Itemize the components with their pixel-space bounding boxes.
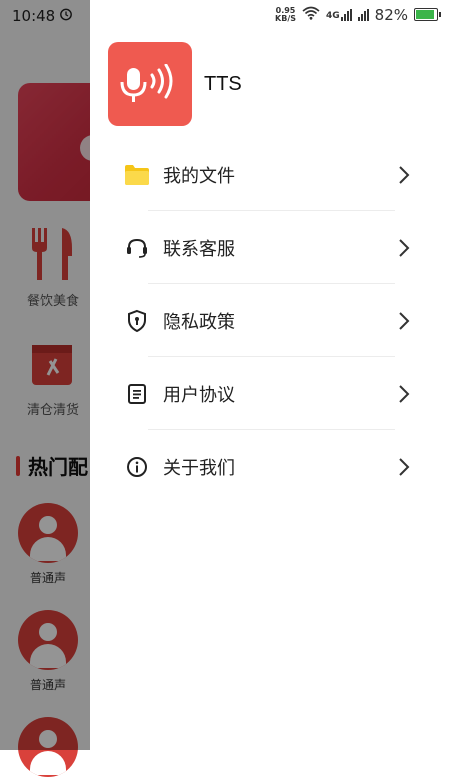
chevron-right-icon <box>396 382 412 406</box>
cellular-signal-2 <box>357 8 369 21</box>
menu-label: 我的文件 <box>163 165 235 187</box>
navigation-drawer: 0.95 KB/S 4G 82% TTS 我的文件 联系客服 隐私政策 用户协议… <box>90 0 450 750</box>
menu-label: 用户协议 <box>163 384 235 406</box>
network-speed-unit: KB/S <box>275 13 296 23</box>
drawer-header: TTS <box>108 42 242 126</box>
network-type: 4G <box>326 10 340 21</box>
app-logo <box>108 42 192 126</box>
battery-level-fill <box>416 10 435 19</box>
menu-item-privacy-policy[interactable]: 隐私政策 <box>90 284 450 357</box>
menu-item-about-us[interactable]: 关于我们 <box>90 430 450 503</box>
microphone-icon <box>120 64 173 102</box>
chevron-right-icon <box>396 236 412 260</box>
chevron-right-icon <box>396 309 412 333</box>
menu-label: 关于我们 <box>163 457 235 479</box>
document-icon <box>124 381 150 407</box>
drawer-menu: 我的文件 联系客服 隐私政策 用户协议 关于我们 <box>90 138 450 503</box>
network-speed: 0.95 KB/S <box>275 6 296 23</box>
chevron-right-icon <box>396 163 412 187</box>
menu-item-user-agreement[interactable]: 用户协议 <box>90 357 450 430</box>
shield-icon <box>124 308 150 334</box>
battery-icon <box>414 8 441 21</box>
wifi-icon <box>302 5 320 24</box>
headset-icon <box>124 235 150 261</box>
folder-icon <box>124 162 150 188</box>
menu-item-customer-service[interactable]: 联系客服 <box>90 211 450 284</box>
info-icon <box>124 454 150 480</box>
menu-label: 隐私政策 <box>163 311 235 333</box>
battery-percent: 82% <box>374 5 408 24</box>
cellular-signal-1: 4G <box>326 8 352 21</box>
signal-bars-icon <box>340 8 352 21</box>
chevron-right-icon <box>396 455 412 479</box>
status-bar-right: 0.95 KB/S 4G 82% <box>275 5 441 24</box>
app-name: TTS <box>204 72 242 95</box>
menu-item-my-files[interactable]: 我的文件 <box>90 138 450 211</box>
signal-bars-icon <box>357 8 369 21</box>
menu-label: 联系客服 <box>163 238 235 260</box>
